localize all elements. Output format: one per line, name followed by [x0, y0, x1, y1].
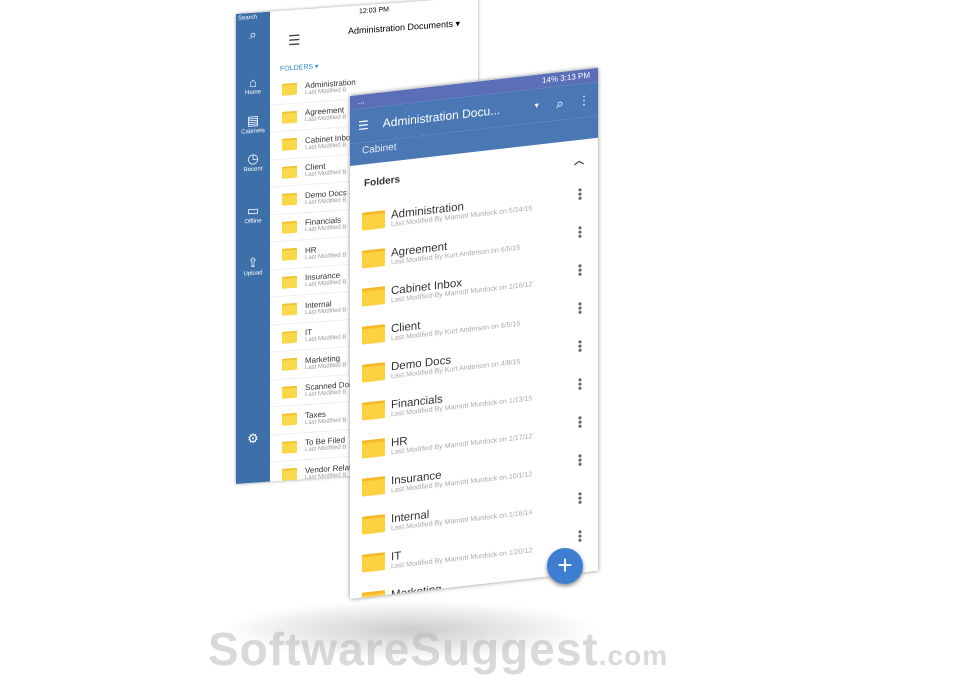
sidebar-label: Recent [243, 166, 263, 174]
folder-icon [282, 192, 297, 207]
collapse-chevron-icon[interactable]: ︿ [574, 151, 584, 167]
item-more-icon[interactable]: ••• [573, 453, 587, 467]
folder-icon [282, 165, 297, 179]
sidebar-item-cabinets[interactable]: ▤ Cabinets [236, 112, 270, 136]
folder-icon [362, 248, 385, 269]
cabinets-icon: ▤ [246, 112, 260, 129]
briefcase-icon: ▭ [246, 202, 260, 219]
hamburger-menu-icon[interactable]: ☰ [358, 118, 369, 133]
folder-icon [282, 330, 297, 344]
sidebar-item-recent[interactable]: ◷ Recent [236, 150, 270, 174]
item-more-icon[interactable]: ••• [573, 301, 587, 315]
folders-header: Folders [364, 173, 401, 189]
clock-icon: ◷ [247, 150, 259, 167]
dropdown-icon[interactable]: ▼ [533, 102, 540, 110]
folder-icon [282, 137, 297, 152]
folder-icon [282, 440, 297, 454]
search-icon[interactable]: ⌕ [556, 94, 564, 112]
sidebar-item-search[interactable]: ⌕ [236, 26, 270, 44]
sidebar-label: Upload [243, 270, 263, 278]
back-to-search[interactable]: Search [236, 12, 270, 24]
sidebar-item-offline[interactable]: ▭ Offline [236, 202, 270, 226]
folder-icon [282, 110, 297, 124]
folder-icon [362, 286, 385, 307]
item-more-icon[interactable]: ••• [573, 225, 587, 239]
folder-icon [282, 302, 297, 317]
more-options-icon[interactable]: ⋮ [578, 93, 590, 108]
item-more-icon[interactable]: ••• [573, 529, 587, 543]
folder-icon [282, 82, 297, 97]
ios-sidebar: Search ⌕ ⌂ Home ▤ Cabinets ◷ Recent ▭ Offline ⇪ Up… [236, 11, 270, 484]
folder-icon [282, 467, 297, 482]
folder-icon [362, 438, 385, 459]
folder-icon [282, 220, 297, 234]
sidebar-item-home[interactable]: ⌂ Home [236, 74, 270, 97]
folder-icon [362, 476, 385, 497]
folder-icon [362, 400, 385, 421]
sidebar-label: Offline [244, 218, 262, 226]
sidebar-label: Home [244, 89, 261, 97]
notification-icons: ... [358, 96, 365, 107]
folder-icon [282, 412, 297, 427]
folder-icon [362, 552, 385, 573]
folder-icon [282, 275, 297, 289]
watermark: SoftwareSuggest.com [208, 623, 669, 675]
item-more-icon[interactable]: ••• [573, 491, 587, 505]
gear-icon: ⚙ [247, 430, 259, 447]
home-icon: ⌂ [249, 74, 257, 91]
folder-icon [362, 210, 385, 231]
folder-icon [282, 247, 297, 262]
upload-icon: ⇪ [247, 254, 259, 271]
folder-icon [282, 357, 297, 372]
folder-icon [362, 362, 385, 383]
item-more-icon[interactable]: ••• [573, 377, 587, 391]
item-more-icon[interactable]: ••• [573, 187, 587, 201]
folder-icon [282, 385, 297, 399]
folder-icon [362, 514, 385, 535]
folder-icon [362, 324, 385, 345]
add-fab-button[interactable]: + [547, 548, 583, 584]
folder-name: Marketing [391, 583, 442, 600]
search-icon: ⌕ [249, 26, 257, 43]
item-more-icon[interactable]: ••• [573, 263, 587, 277]
sidebar-item-upload[interactable]: ⇪ Upload [236, 254, 270, 278]
folders-filter[interactable]: FOLDERS ▾ [280, 62, 319, 73]
folder-icon [362, 590, 385, 600]
sidebar-item-gear[interactable]: ⚙ [236, 430, 270, 448]
item-more-icon[interactable]: ••• [573, 415, 587, 429]
sidebar-label: Cabinets [241, 127, 265, 136]
item-more-icon[interactable]: ••• [573, 339, 587, 353]
android-app-screen: ... 14% 3:13 PM ☰ Administration Docu... … [350, 67, 598, 600]
android-folder-list: Administration Last Modified By Marriott … [350, 176, 598, 600]
